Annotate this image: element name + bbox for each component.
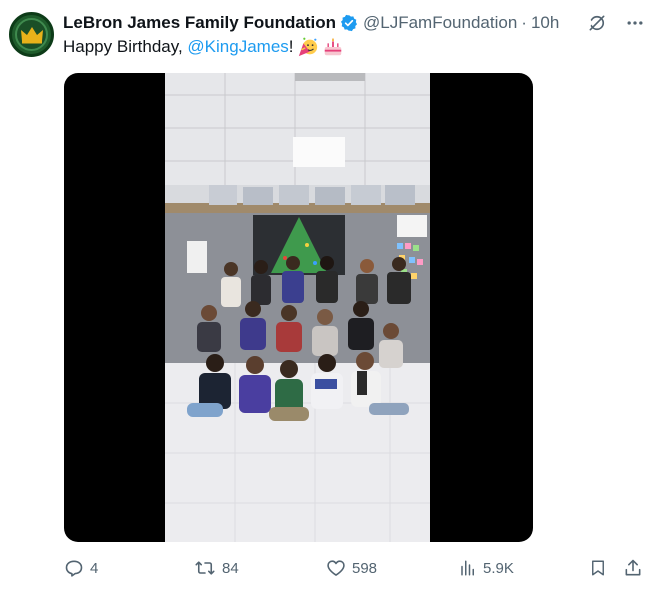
repost-button[interactable]: 84 xyxy=(194,554,239,582)
post-timestamp[interactable]: 10h xyxy=(531,13,559,33)
mention-link[interactable]: @KingJames xyxy=(187,37,288,57)
birthday-cake-emoji xyxy=(322,36,344,58)
separator-dot: · xyxy=(521,13,527,32)
bookmark-button[interactable] xyxy=(589,554,607,582)
crown-logo xyxy=(15,18,48,51)
grok-icon[interactable] xyxy=(586,12,608,34)
video-thumbnail xyxy=(165,73,430,542)
post-top-actions xyxy=(586,12,646,34)
post-text: Happy Birthday, @KingJames ! xyxy=(63,36,344,58)
author-handle[interactable]: @LJFamFoundation xyxy=(363,13,517,33)
post-text-prefix: Happy Birthday, xyxy=(63,37,188,56)
share-icon xyxy=(625,559,641,576)
reply-count: 4 xyxy=(90,559,99,577)
video-player[interactable] xyxy=(64,73,533,542)
like-button[interactable]: 598 xyxy=(326,554,377,582)
repost-count: 84 xyxy=(222,559,239,577)
verified-badge-icon xyxy=(340,14,358,32)
views-chart-icon xyxy=(461,560,474,576)
post-header: LeBron James Family Foundation @LJFamFou… xyxy=(63,12,559,34)
reply-icon xyxy=(65,560,83,577)
author-name[interactable]: LeBron James Family Foundation xyxy=(63,13,336,33)
bookmark-icon xyxy=(592,560,604,576)
reply-button[interactable]: 4 xyxy=(64,554,98,582)
avatar[interactable] xyxy=(9,12,54,57)
like-count: 598 xyxy=(352,559,378,577)
more-options-icon[interactable] xyxy=(624,12,646,34)
partying-face-emoji xyxy=(297,36,319,58)
heart-icon xyxy=(327,560,345,576)
repost-icon xyxy=(195,561,215,575)
post-action-bar: 4 84 598 5.9K xyxy=(0,554,660,582)
share-button[interactable] xyxy=(623,554,643,582)
post-text-suffix: ! xyxy=(288,37,294,56)
views-button[interactable]: 5.9K xyxy=(459,554,514,582)
view-count: 5.9K xyxy=(483,559,514,577)
post: LeBron James Family Foundation @LJFamFou… xyxy=(0,0,660,594)
